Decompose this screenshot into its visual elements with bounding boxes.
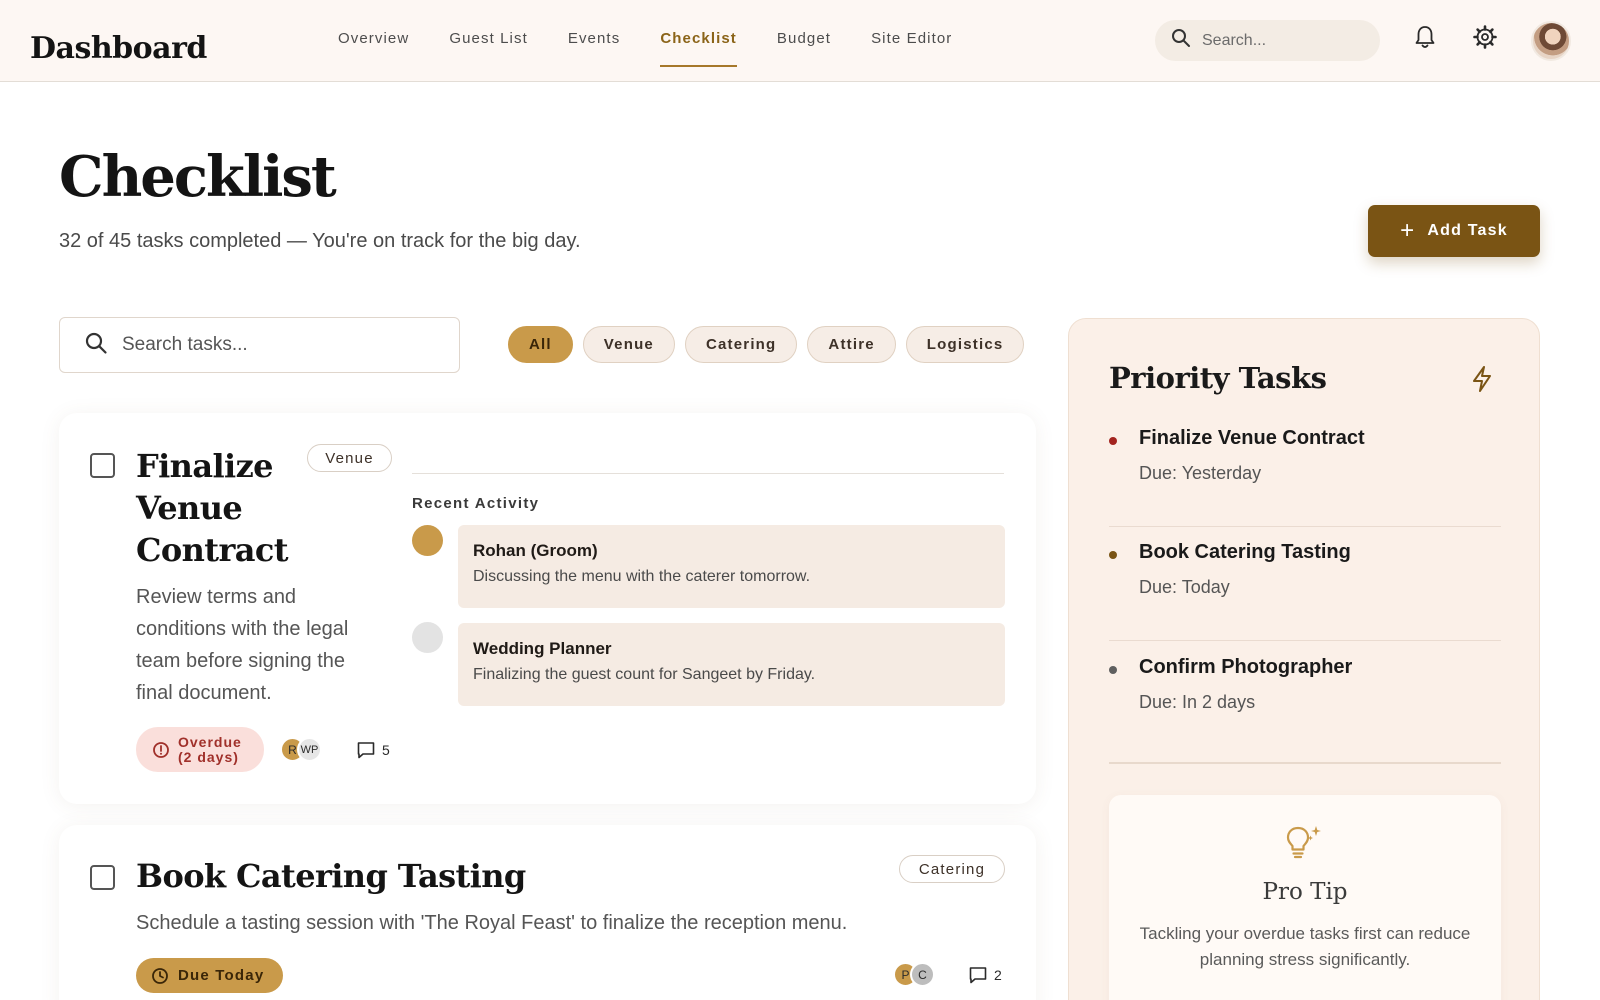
due-today-badge: Due Today [136, 958, 283, 993]
task-title[interactable]: Book Catering Tasting [136, 857, 526, 895]
avatar [412, 525, 443, 556]
plus-icon: + [1400, 217, 1416, 244]
assignee-avatars[interactable]: R WP [280, 737, 322, 762]
pro-tip-text: Tackling your overdue tasks first can re… [1139, 924, 1471, 969]
comment-icon [969, 967, 987, 984]
priority-due: Due: Today [1139, 577, 1230, 597]
user-avatar[interactable] [1531, 21, 1571, 61]
avatar [412, 622, 443, 653]
nav-events[interactable]: Events [568, 30, 620, 67]
priority-dot [1109, 666, 1117, 674]
pro-tip-title: Pro Tip [1262, 879, 1348, 905]
priority-name: Confirm Photographer [1139, 656, 1353, 678]
panel-divider [1109, 762, 1501, 764]
avatar: C [910, 962, 935, 987]
priority-name: Book Catering Tasting [1139, 541, 1351, 563]
brand-logo[interactable]: Dashboard [30, 31, 207, 66]
priority-dot [1109, 437, 1117, 445]
priority-item[interactable]: Book Catering Tasting Due: Today [1109, 528, 1501, 641]
filter-chip-all[interactable]: All [508, 326, 573, 363]
nav-guest-list[interactable]: Guest List [449, 30, 528, 67]
activity-text: Discussing the menu with the caterer tom… [473, 568, 811, 585]
nav-site-editor[interactable]: Site Editor [871, 30, 952, 67]
page-title: Checklist [59, 144, 337, 210]
search-icon [1171, 28, 1191, 53]
priority-item[interactable]: Confirm Photographer Due: In 2 days [1109, 643, 1501, 756]
pro-tip-card: Pro Tip Tackling your overdue tasks firs… [1109, 795, 1501, 1000]
priority-due: Due: Yesterday [1139, 463, 1262, 483]
task-card: Finalize Venue Contract Venue Review ter… [59, 413, 1036, 804]
task-checkbox[interactable] [90, 453, 115, 478]
assignee-avatars[interactable]: P C [893, 962, 935, 987]
filter-chip-venue[interactable]: Venue [582, 326, 675, 363]
activity-author: Rohan (Groom) [473, 541, 598, 560]
task-category-tag: Venue [307, 444, 392, 472]
panel-title: Priority Tasks [1109, 361, 1327, 395]
task-description: Review terms and conditions with the leg… [136, 586, 349, 704]
activity-divider [412, 473, 1004, 474]
alert-circle-icon [152, 741, 170, 759]
comment-count[interactable]: 2 [968, 965, 1002, 985]
comment-count-value: 5 [382, 742, 390, 758]
add-task-label: Add Task [1427, 222, 1508, 239]
task-card: Book Catering Tasting Catering Schedule … [59, 825, 1036, 1000]
nav-overview[interactable]: Overview [338, 30, 409, 67]
page-subtitle: 32 of 45 tasks completed — You're on tra… [59, 230, 581, 252]
main-nav: Overview Guest List Events Checklist Bud… [338, 30, 992, 67]
add-task-button[interactable]: + Add Task [1368, 205, 1540, 257]
priority-due: Due: In 2 days [1139, 692, 1256, 712]
filter-chip-attire[interactable]: Attire [807, 326, 896, 363]
task-description: Schedule a tasting session with 'The Roy… [136, 912, 848, 934]
task-search-input[interactable] [122, 334, 442, 356]
priority-panel: Priority Tasks Finalize Venue Contract D… [1068, 318, 1540, 1000]
comment-count-value: 2 [994, 967, 1002, 983]
nav-budget[interactable]: Budget [777, 30, 831, 67]
activity-item: Rohan (Groom) Discussing the menu with t… [458, 525, 1005, 608]
priority-name: Finalize Venue Contract [1139, 427, 1365, 449]
overdue-days: (2 days) [178, 748, 239, 765]
comment-icon [357, 742, 375, 759]
activity-text: Finalizing the guest count for Sangeet b… [473, 666, 816, 683]
priority-item[interactable]: Finalize Venue Contract Due: Yesterday [1109, 414, 1501, 527]
task-search [59, 317, 460, 373]
overdue-label: Overdue [178, 733, 242, 750]
activity-heading: Recent Activity [412, 495, 540, 512]
nav-checklist[interactable]: Checklist [660, 30, 737, 67]
category-filters: All Venue Catering Attire Logistics [508, 326, 1034, 363]
bell-icon[interactable] [1410, 22, 1440, 52]
filter-chip-logistics[interactable]: Logistics [905, 326, 1025, 363]
bolt-icon [1471, 365, 1493, 398]
top-bar: Dashboard Overview Guest List Events Che… [0, 0, 1600, 82]
comment-count[interactable]: 5 [356, 740, 390, 760]
filter-chip-catering[interactable]: Catering [684, 326, 798, 363]
avatar: WP [297, 737, 322, 762]
activity-author: Wedding Planner [473, 639, 612, 658]
activity-item: Wedding Planner Finalizing the guest cou… [458, 623, 1005, 706]
due-today-label: Due Today [178, 967, 265, 984]
task-title[interactable]: Finalize Venue Contract [136, 445, 289, 571]
task-category-tag: Catering [899, 855, 1005, 883]
global-search [1155, 20, 1380, 61]
clock-icon [151, 967, 169, 985]
gear-icon[interactable] [1470, 22, 1500, 52]
lightbulb-icon [1283, 823, 1325, 868]
search-icon [84, 331, 108, 360]
global-search-input[interactable] [1202, 31, 1362, 50]
priority-dot [1109, 551, 1117, 559]
task-checkbox[interactable] [90, 865, 115, 890]
overdue-badge: Overdue (2 days) [136, 727, 264, 772]
